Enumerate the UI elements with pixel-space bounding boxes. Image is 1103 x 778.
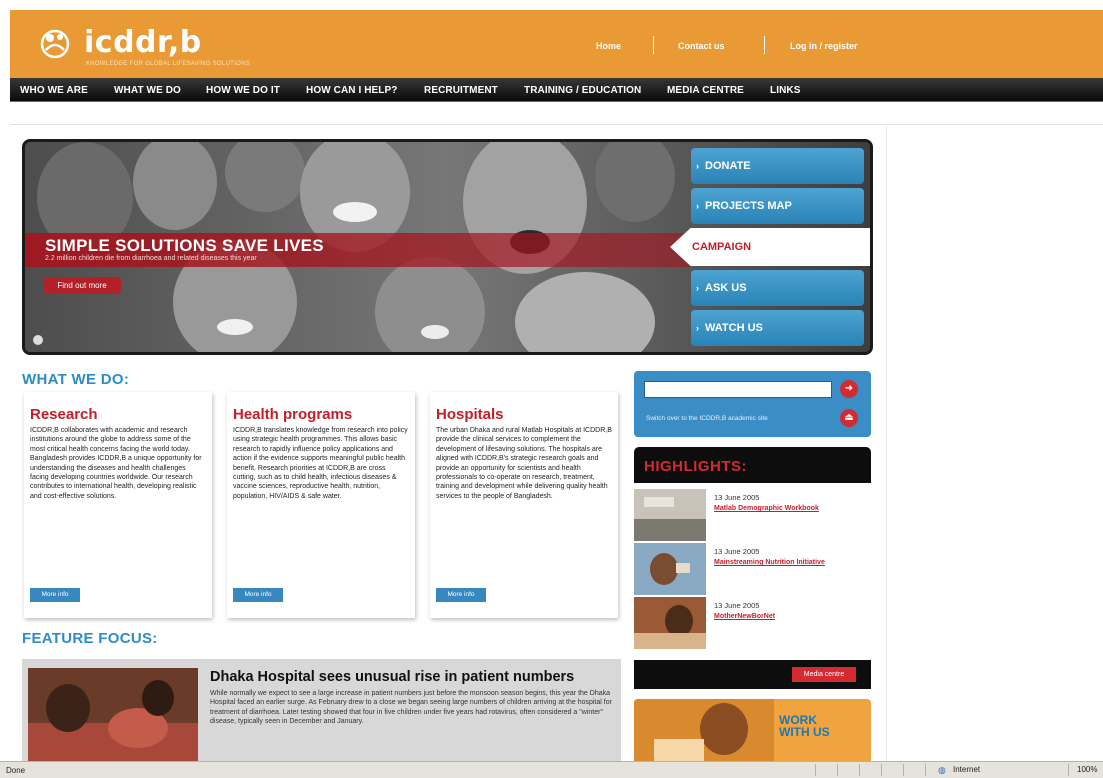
hospitals-card: Hospitals The urban Dhaka and rural Matl… xyxy=(430,392,618,618)
logo-icon xyxy=(40,29,70,59)
highlight-date: 13 June 2005 xyxy=(714,547,760,556)
highlights-header: HIGHLIGHTS: xyxy=(634,447,871,483)
ask-us-button[interactable]: › ASK US xyxy=(691,270,864,306)
card-title: Hospitals xyxy=(436,406,504,423)
status-cell xyxy=(837,764,857,776)
highlight-link[interactable]: Mainstreaming Nutrition Initiative xyxy=(714,558,864,567)
chevron-right-icon: › xyxy=(696,283,699,293)
work-with-us-banner[interactable]: WORK WITH US xyxy=(634,699,871,761)
more-info-button[interactable]: More info xyxy=(436,588,486,602)
home-link[interactable]: Home xyxy=(596,41,621,51)
card-title: Health programs xyxy=(233,406,353,423)
chevron-right-icon: › xyxy=(696,323,699,333)
search-panel: ➜ Switch over to the ICDDR,B academic si… xyxy=(634,371,871,437)
more-info-button[interactable]: More info xyxy=(30,588,80,602)
logo-tagline: KNOWLEDGE FOR GLOBAL LIFESAVING SOLUTION… xyxy=(86,61,250,67)
more-info-button[interactable]: More info xyxy=(233,588,283,602)
chevron-right-icon: › xyxy=(696,201,699,211)
health-programs-card: Health programs ICDDR,B translates knowl… xyxy=(227,392,415,618)
projects-map-button[interactable]: › PROJECTS MAP xyxy=(691,188,864,224)
sub-nav-bar xyxy=(10,103,1103,125)
login-register-link[interactable]: Log in / register xyxy=(790,41,858,51)
media-centre-button[interactable]: Media centre xyxy=(792,667,856,682)
research-card: Research ICDDR,B collaborates with acade… xyxy=(24,392,212,618)
status-cell xyxy=(903,764,923,776)
card-title: Research xyxy=(30,406,98,423)
arrow-right-icon[interactable]: ➜ xyxy=(840,380,858,398)
link-separator xyxy=(764,36,765,54)
nav-what-we-do[interactable]: WHAT WE DO xyxy=(114,85,181,96)
nav-recruitment[interactable]: RECRUITMENT xyxy=(424,85,498,96)
donate-label: DONATE xyxy=(705,160,751,172)
nav-how-we-do-it[interactable]: HOW WE DO IT xyxy=(206,85,280,96)
nav-who-we-are[interactable]: WHO WE ARE xyxy=(20,85,88,96)
nav-media-centre[interactable]: MEDIA CENTRE xyxy=(667,85,744,96)
highlight-thumbnail[interactable] xyxy=(634,597,706,649)
contact-us-link[interactable]: Contact us xyxy=(678,41,725,51)
status-cell xyxy=(815,764,835,776)
highlight-date: 13 June 2005 xyxy=(714,601,760,610)
feature-photo[interactable] xyxy=(28,668,198,764)
browser-page: { "header": { "logo_text": "icddr,b", "t… xyxy=(0,0,1103,778)
nav-links[interactable]: LINKS xyxy=(770,85,801,96)
hero-subtitle: 2.2 million children die from diarrhoea … xyxy=(45,255,257,262)
card-body: ICDDR,B translates knowledge from resear… xyxy=(233,427,408,500)
status-cell xyxy=(859,764,879,776)
content-divider xyxy=(886,126,887,761)
card-body: ICDDR,B collaborates with academic and r… xyxy=(30,427,202,500)
highlights-heading: HIGHLIGHTS: xyxy=(644,458,747,475)
highlight-thumbnail[interactable] xyxy=(634,489,706,541)
zoom-level[interactable]: 100% xyxy=(1077,765,1097,774)
globe-icon: ◍ xyxy=(938,765,946,775)
site-header: icddr,b KNOWLEDGE FOR GLOBAL LIFESAVING … xyxy=(10,10,1103,78)
campaign-tab[interactable]: CAMPAIGN xyxy=(670,228,870,266)
slide-pager-dot[interactable] xyxy=(33,335,43,345)
switch-academic-site-link[interactable]: Switch over to the ICDDR,B academic site xyxy=(646,415,768,422)
watch-us-button[interactable]: › WATCH US xyxy=(691,310,864,346)
ask-us-label: ASK US xyxy=(705,282,747,294)
highlight-link[interactable]: Matlab Demographic Workbook xyxy=(714,504,864,513)
feature-story: Dhaka Hospital sees unusual rise in pati… xyxy=(22,659,621,764)
nav-training-education[interactable]: TRAINING / EDUCATION xyxy=(524,85,641,96)
nav-how-can-i-help[interactable]: HOW CAN I HELP? xyxy=(306,85,398,96)
link-separator xyxy=(653,36,654,54)
logo-text[interactable]: icddr,b xyxy=(84,25,202,60)
highlight-link[interactable]: MotherNewBorNet xyxy=(714,612,864,621)
work-with-us-photo xyxy=(634,699,774,761)
status-cell xyxy=(881,764,901,776)
highlight-date: 13 June 2005 xyxy=(714,493,760,502)
chevron-right-icon: › xyxy=(696,161,699,171)
highlights-footer: Media centre xyxy=(634,660,871,689)
highlight-thumbnail[interactable] xyxy=(634,543,706,595)
projects-map-label: PROJECTS MAP xyxy=(705,200,792,212)
arrow-up-icon[interactable]: ⏏ xyxy=(840,409,858,427)
hero-banner: SIMPLE SOLUTIONS SAVE LIVES 2.2 million … xyxy=(22,139,873,355)
work-with-us-label: WORK WITH US xyxy=(779,713,830,739)
main-nav: WHO WE ARE WHAT WE DO HOW WE DO IT HOW C… xyxy=(10,78,1103,102)
security-zone[interactable]: Internet xyxy=(953,765,980,774)
feature-title[interactable]: Dhaka Hospital sees unusual rise in pati… xyxy=(210,669,574,685)
hero-title: SIMPLE SOLUTIONS SAVE LIVES xyxy=(45,236,324,255)
card-body: The urban Dhaka and rural Matlab Hospita… xyxy=(436,427,612,500)
watch-us-label: WATCH US xyxy=(705,322,763,334)
status-text: Done xyxy=(6,766,26,775)
search-input[interactable] xyxy=(644,381,832,398)
highlights-list: 13 June 2005 Matlab Demographic Workbook… xyxy=(634,483,871,659)
feature-focus-heading: FEATURE FOCUS: xyxy=(22,630,158,647)
browser-status-bar: Done ◍ Internet 100% xyxy=(0,761,1103,778)
find-out-more-button[interactable]: Find out more xyxy=(43,277,121,294)
feature-body: While normally we expect to see a large … xyxy=(210,690,612,726)
what-we-do-heading: WHAT WE DO: xyxy=(22,371,130,388)
donate-button[interactable]: › DONATE xyxy=(691,148,864,184)
